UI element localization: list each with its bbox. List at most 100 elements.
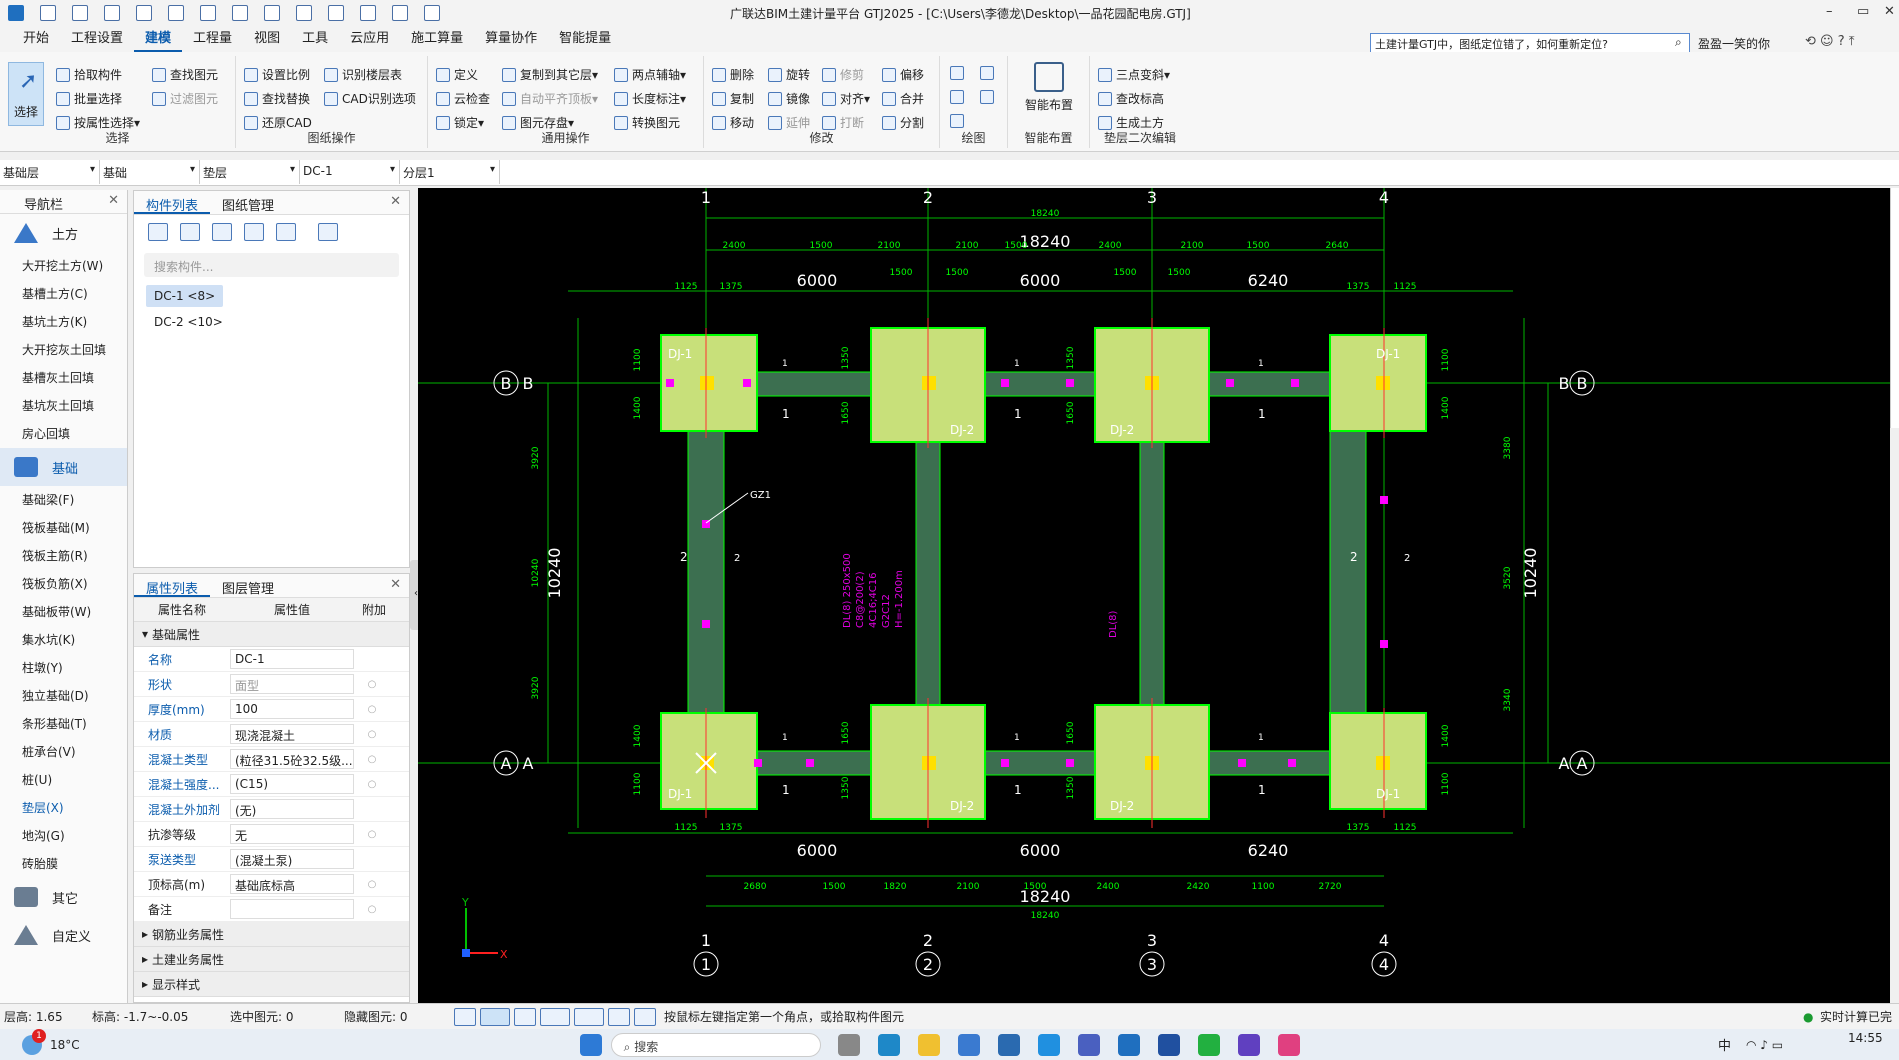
copy-to-floor-button[interactable]: 复制到其它层 ▾ <box>502 66 598 83</box>
menu-construction[interactable]: 施工算量 <box>400 26 474 52</box>
component-item-dc1[interactable]: DC-1 <8> <box>146 285 224 307</box>
nav-category-foundation[interactable]: 基础 <box>0 448 127 486</box>
cad-options-button[interactable]: CAD识别选项 <box>324 90 416 107</box>
taskbar-search[interactable]: ⌕ 搜索 <box>610 1032 821 1057</box>
nav-item[interactable]: 筏板主筋(R) <box>0 542 127 570</box>
wechat-icon[interactable] <box>1197 1033 1220 1056</box>
rotate-point-tool[interactable] <box>980 66 998 80</box>
menu-start[interactable]: 开始 <box>12 26 60 52</box>
mirror-button[interactable]: 镜像 <box>768 90 810 107</box>
menu-collab[interactable]: 算量协作 <box>474 26 548 52</box>
app4-icon[interactable] <box>1237 1033 1260 1056</box>
menu-tools[interactable]: 工具 <box>291 26 339 52</box>
nav-category-earthwork[interactable]: 土方 <box>0 214 127 252</box>
angle-icon[interactable] <box>540 1007 570 1026</box>
menu-cloud[interactable]: 云应用 <box>339 26 400 52</box>
new-file-icon[interactable] <box>40 5 56 21</box>
auto-align-top-button[interactable]: 自动平齐顶板 ▾ <box>502 90 598 107</box>
app3-icon[interactable] <box>1157 1033 1180 1056</box>
property-value[interactable]: (粒径31.5砼32.5级... <box>230 749 354 769</box>
display-icon[interactable] <box>608 1007 630 1026</box>
rotate-button[interactable]: 旋转 <box>768 66 810 83</box>
property-value[interactable]: (C15) <box>230 774 354 794</box>
floor-select[interactable]: 基础层 <box>0 160 100 184</box>
tab-drawing-management[interactable]: 图纸管理 <box>210 191 286 214</box>
undo-icon[interactable] <box>168 5 184 21</box>
user-name[interactable]: 盈盈一笑的你 <box>1698 35 1770 52</box>
define-button[interactable]: 定义 <box>436 66 478 83</box>
right-toolstrip[interactable] <box>1890 188 1899 428</box>
nav-item[interactable]: 大开挖灰土回填 <box>0 336 127 364</box>
property-section-civil[interactable]: ▸ 土建业务属性 <box>134 947 409 972</box>
maximize-button[interactable]: ▭ <box>1857 4 1869 19</box>
component-select[interactable]: DC-1 <box>300 160 400 184</box>
nav-item[interactable]: 条形基础(T) <box>0 710 127 738</box>
property-value[interactable]: 100 <box>230 699 354 719</box>
library-icon[interactable] <box>276 223 296 241</box>
close-icon[interactable]: ✕ <box>108 193 119 208</box>
property-value[interactable]: 无 <box>230 824 354 844</box>
nav-item[interactable]: 集水坑(K) <box>0 626 127 654</box>
minimize-button[interactable]: – <box>1826 4 1833 19</box>
grid-icon[interactable] <box>296 5 312 21</box>
nav-item[interactable]: 基槽灰土回填 <box>0 364 127 392</box>
measure-icon[interactable] <box>360 5 376 21</box>
menu-project-settings[interactable]: 工程设置 <box>60 26 134 52</box>
close-button[interactable]: ✕ <box>1884 4 1895 19</box>
edge-icon[interactable] <box>877 1033 900 1056</box>
redo-icon[interactable] <box>200 5 216 21</box>
three-point-slope-button[interactable]: 三点变斜 ▾ <box>1098 66 1170 83</box>
close-icon[interactable]: ✕ <box>390 194 401 209</box>
check-elevation-button[interactable]: 查改标高 <box>1098 90 1164 107</box>
nav-item[interactable]: 桩(U) <box>0 766 127 794</box>
dynamic-input-icon[interactable] <box>634 1007 656 1026</box>
menu-modeling[interactable]: 建模 <box>134 26 183 52</box>
menu-quantity[interactable]: 工程量 <box>182 26 243 52</box>
length-dim-button[interactable]: 长度标注 ▾ <box>614 90 686 107</box>
cross-select-icon[interactable] <box>514 1007 536 1026</box>
property-value[interactable]: 基础底标高 <box>230 874 354 894</box>
nav-item[interactable]: 柱墩(Y) <box>0 654 127 682</box>
tab-property-list[interactable]: 属性列表 <box>134 574 211 597</box>
store-icon[interactable] <box>957 1033 980 1056</box>
app-icon[interactable] <box>1037 1033 1060 1056</box>
arc-tool[interactable] <box>950 114 968 128</box>
property-section-basic[interactable]: ▾ 基础属性 <box>134 622 409 647</box>
property-section-rebar[interactable]: ▸ 钢筋业务属性 <box>134 922 409 947</box>
find-element-button[interactable]: 查找图元 <box>152 66 218 83</box>
layer-copy-icon[interactable] <box>244 223 264 241</box>
nav-item[interactable]: 地沟(G) <box>0 822 127 850</box>
nav-item[interactable]: 桩承台(V) <box>0 738 127 766</box>
help-icons[interactable]: ⟲ ☺ ? ⤒ <box>1805 34 1855 49</box>
nav-item[interactable]: 筏板负筋(X) <box>0 570 127 598</box>
line-tool[interactable] <box>950 90 968 104</box>
search-icon[interactable]: ⌕ <box>1675 35 1682 50</box>
mail-icon[interactable] <box>997 1033 1020 1056</box>
menu-smart-extract[interactable]: 智能提量 <box>548 26 622 52</box>
ime-indicator[interactable]: 中 <box>1718 1035 1731 1054</box>
cad-canvas[interactable]: 1 2 3 4 1 2 3 4 1 2 3 4 B B A A B B A A … <box>418 188 1890 1003</box>
nav-item-cushion-active[interactable]: 垫层(X) <box>0 794 127 822</box>
new-doc-icon[interactable] <box>72 5 88 21</box>
nav-item[interactable]: 基坑土方(K) <box>0 308 127 336</box>
delete-button[interactable]: 删除 <box>712 66 754 83</box>
property-section-display[interactable]: ▸ 显示样式 <box>134 972 409 997</box>
nav-category-custom[interactable]: 自定义 <box>0 916 127 954</box>
offset-button[interactable]: 偏移 <box>882 66 924 83</box>
save-icon[interactable] <box>136 5 152 21</box>
open-folder-icon[interactable] <box>104 5 120 21</box>
sync-icon[interactable] <box>424 5 440 21</box>
nav-item[interactable]: 基坑灰土回填 <box>0 392 127 420</box>
nav-item[interactable]: 基础梁(F) <box>0 486 127 514</box>
nav-item[interactable]: 砖胎膜 <box>0 850 127 878</box>
component-search-input[interactable]: 搜索构件... <box>144 253 399 277</box>
set-scale-button[interactable]: 设置比例 <box>244 66 310 83</box>
more-icon[interactable] <box>318 223 338 241</box>
align-button[interactable]: 对齐 ▾ <box>822 90 870 107</box>
select-box-icon[interactable] <box>480 1007 510 1026</box>
type-select[interactable]: 垫层 <box>200 160 300 184</box>
rect-tool[interactable] <box>980 90 998 104</box>
nav-item[interactable]: 基槽土方(C) <box>0 280 127 308</box>
trim-button[interactable]: 修剪 <box>822 66 864 83</box>
nav-item[interactable]: 基础板带(W) <box>0 598 127 626</box>
